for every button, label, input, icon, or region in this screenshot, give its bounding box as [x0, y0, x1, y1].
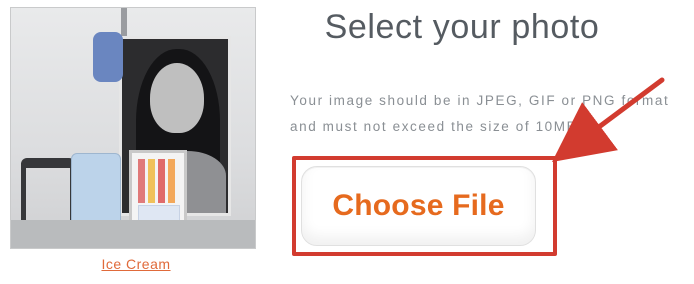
photo-caption-link[interactable]: Ice Cream — [86, 256, 186, 272]
stand-stripe — [158, 159, 165, 203]
preview-ground — [11, 220, 255, 248]
stand-stripe — [148, 159, 155, 203]
photo-preview — [10, 7, 256, 249]
stand-stripe — [168, 159, 175, 203]
choose-file-button[interactable]: Choose File — [301, 166, 536, 246]
help-text-line-2: and must not exceed the size of 10MB — [290, 119, 578, 134]
stand-stripe — [138, 159, 145, 203]
hanging-bag — [93, 32, 123, 82]
upload-help-text: Your image should be in JPEG, GIF or PNG… — [290, 88, 688, 140]
help-text-line-1: Your image should be in JPEG, GIF or PNG… — [290, 93, 670, 108]
page-title: Select your photo — [324, 8, 600, 46]
portrait-face — [150, 63, 204, 133]
